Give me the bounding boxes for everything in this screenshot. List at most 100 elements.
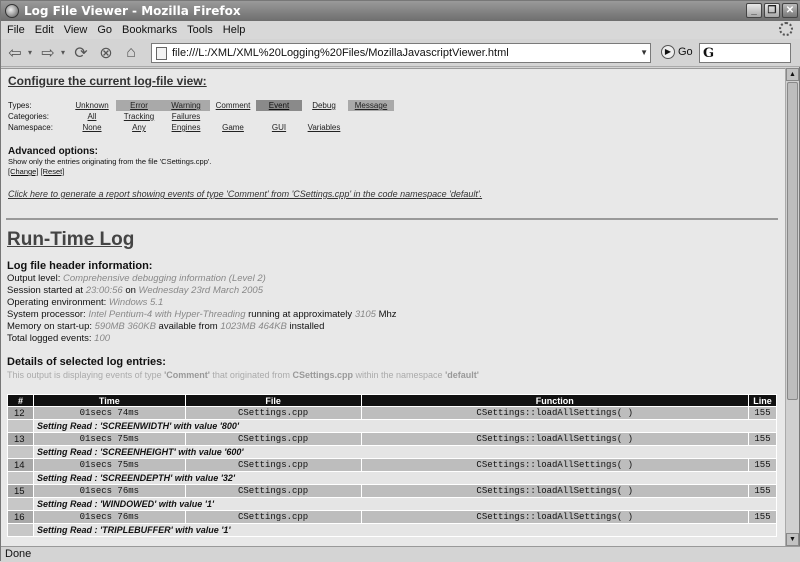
namespace-label: Namespace:: [8, 123, 53, 132]
close-button[interactable]: ✕: [782, 3, 798, 18]
address-dropdown-icon[interactable]: ▼: [640, 48, 648, 57]
menu-tools[interactable]: Tools: [187, 24, 213, 36]
back-dropdown-icon[interactable]: ▾: [26, 42, 34, 64]
type-unknown[interactable]: Unknown: [68, 100, 116, 111]
header-file: File: [184, 394, 362, 407]
row-num: 16: [7, 510, 34, 524]
category-all[interactable]: All: [68, 111, 116, 122]
row-num: 12: [7, 406, 34, 420]
vertical-scrollbar[interactable]: ▲ ▼: [785, 68, 799, 546]
type-event[interactable]: Event: [256, 100, 302, 111]
namespace-variables[interactable]: Variables: [302, 122, 346, 133]
namespace-none[interactable]: None: [68, 122, 116, 133]
message-pad: [7, 419, 34, 433]
row-time: 01secs 76ms: [32, 484, 186, 498]
back-icon[interactable]: ⇦: [4, 42, 26, 64]
details-subtitle: This output is displaying events of type…: [7, 370, 479, 380]
memory-end: installed: [289, 321, 325, 332]
divider: [6, 218, 778, 220]
reload-icon[interactable]: ⟳: [70, 42, 92, 64]
type-error[interactable]: Error: [116, 100, 162, 111]
go-button[interactable]: ▶ Go: [661, 45, 693, 59]
address-bar[interactable]: file:///L:/XML/XML%20Logging%20Files/Moz…: [151, 43, 651, 63]
categories-label: Categories:: [8, 112, 49, 121]
throbber-icon: [779, 22, 793, 36]
details-file: CSettings.cpp: [292, 370, 353, 380]
forward-icon[interactable]: ⇨: [37, 42, 59, 64]
google-icon: G: [703, 46, 715, 61]
row-time: 01secs 76ms: [32, 510, 186, 524]
category-failures[interactable]: Failures: [162, 111, 210, 122]
change-link[interactable]: [Change]: [8, 167, 38, 176]
session-date: Wednesday 23rd March 2005: [138, 285, 263, 296]
stop-icon[interactable]: ⊗: [95, 42, 117, 64]
table-message-row: Setting Read : 'WINDOWED' with value '1': [7, 497, 778, 511]
type-debug[interactable]: Debug: [302, 100, 346, 111]
environment-value: Windows 5.1: [108, 297, 164, 308]
table-row: 14 01secs 75ms CSettings.cpp CSettings::…: [7, 458, 778, 472]
type-warning[interactable]: Warning: [162, 100, 210, 111]
config-heading: Configure the current log-file view:: [8, 74, 207, 88]
type-comment[interactable]: Comment: [210, 100, 256, 111]
table-header-row: # Time File Function Line: [7, 394, 778, 407]
memory-total: 1023MB 464KB: [220, 321, 287, 332]
menu-help[interactable]: Help: [223, 24, 246, 36]
row-function: CSettings::loadAllSettings( ): [360, 510, 749, 524]
row-file: CSettings.cpp: [184, 406, 362, 420]
processor-mid: running at approximately: [248, 309, 353, 320]
category-tracking[interactable]: Tracking: [116, 111, 162, 122]
runtime-log-title: Run-Time Log: [7, 229, 135, 250]
output-level-label: Output level:: [7, 273, 61, 284]
message-pad: [7, 471, 34, 485]
type-message[interactable]: Message: [348, 100, 394, 111]
row-file: CSettings.cpp: [184, 510, 362, 524]
namespace-gui[interactable]: GUI: [256, 122, 302, 133]
row-num: 13: [7, 432, 34, 446]
total-events-label: Total logged events:: [7, 333, 92, 344]
message-pad: [7, 523, 34, 537]
namespace-engines[interactable]: Engines: [162, 122, 210, 133]
session-on: on: [125, 285, 136, 296]
reset-link[interactable]: [Reset]: [41, 167, 65, 176]
page-content: Configure the current log-file view: Typ…: [1, 68, 787, 546]
table-message-row: Setting Read : 'SCREENDEPTH' with value …: [7, 471, 778, 485]
report-link[interactable]: Click here to generate a report showing …: [8, 189, 482, 199]
table-row: 15 01secs 76ms CSettings.cpp CSettings::…: [7, 484, 778, 498]
scroll-up-icon[interactable]: ▲: [786, 68, 799, 81]
search-input[interactable]: G: [699, 43, 791, 63]
advanced-options-title: Advanced options:: [8, 146, 99, 157]
row-time: 01secs 75ms: [32, 432, 186, 446]
namespace-any[interactable]: Any: [116, 122, 162, 133]
scroll-down-icon[interactable]: ▼: [786, 533, 799, 546]
menu-go[interactable]: Go: [97, 24, 112, 36]
menu-bar: File Edit View Go Bookmarks Tools Help: [1, 21, 800, 39]
memory-line: Memory on start-up: 590MB 360KB availabl…: [7, 321, 324, 333]
row-file: CSettings.cpp: [184, 432, 362, 446]
table-message-row: Setting Read : 'SCREENHEIGHT' with value…: [7, 445, 778, 459]
home-icon[interactable]: ⌂: [120, 42, 142, 64]
scroll-thumb[interactable]: [787, 82, 798, 400]
details-pre: This output is displaying events of type: [7, 370, 162, 380]
row-message: Setting Read : 'SCREENHEIGHT' with value…: [32, 445, 778, 459]
minimize-button[interactable]: _: [746, 3, 762, 18]
processor-line: System processor: Intel Pentium-4 with H…: [7, 309, 397, 321]
go-label: Go: [678, 46, 693, 58]
table-message-row: Setting Read : 'TRIPLEBUFFER' with value…: [7, 523, 778, 537]
details-title: Details of selected log entries:: [7, 356, 166, 368]
row-time: 01secs 75ms: [32, 458, 186, 472]
session-label: Session started at: [7, 285, 84, 296]
row-line: 155: [747, 458, 778, 472]
maximize-button[interactable]: ❐: [764, 3, 780, 18]
forward-dropdown-icon[interactable]: ▾: [59, 42, 67, 64]
menu-bookmarks[interactable]: Bookmarks: [122, 24, 177, 36]
namespace-row: Namespace: None Any Engines Game GUI Var…: [8, 122, 408, 133]
menu-view[interactable]: View: [64, 24, 88, 36]
title-bar[interactable]: Log File Viewer - Mozilla Firefox _ ❐ ✕: [1, 1, 800, 21]
table-row: 13 01secs 75ms CSettings.cpp CSettings::…: [7, 432, 778, 446]
namespace-game[interactable]: Game: [210, 122, 256, 133]
row-num: 15: [7, 484, 34, 498]
environment-line: Operating environment: Windows 5.1: [7, 297, 163, 309]
menu-edit[interactable]: Edit: [35, 24, 54, 36]
menu-file[interactable]: File: [7, 24, 25, 36]
navigation-toolbar: ⇦ ▾ ⇨ ▾ ⟳ ⊗ ⌂ file:///L:/XML/XML%20Loggi…: [1, 39, 800, 67]
